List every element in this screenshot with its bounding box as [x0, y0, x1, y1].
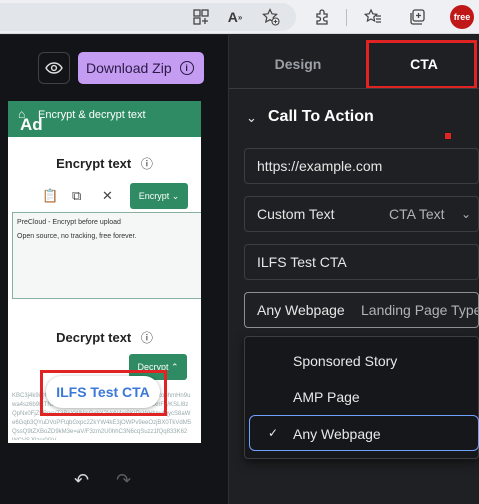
- cta-button-preview[interactable]: ILFS Test CTA: [46, 376, 160, 408]
- preview-app-title: Encrypt & decrypt text: [38, 109, 146, 121]
- dropdown-option-amp-page[interactable]: AMP Page: [293, 389, 360, 405]
- eye-icon: [45, 62, 63, 74]
- encrypt-heading: Encrypt text ⓘ: [8, 155, 201, 172]
- cta-text-value: ILFS Test CTA: [257, 254, 347, 270]
- dropdown-option-sponsored-story[interactable]: Sponsored Story: [293, 353, 397, 369]
- toolbar-divider: [346, 9, 347, 26]
- clear-icon[interactable]: ✕: [102, 188, 130, 204]
- custom-text-select[interactable]: Custom Text CTA Text ⌄: [244, 196, 479, 232]
- redo-icon[interactable]: ↷: [116, 470, 131, 491]
- read-aloud-icon[interactable]: A»: [224, 6, 246, 28]
- download-zip-button[interactable]: Download Zip i: [78, 52, 204, 84]
- dropdown-option-label: Any Webpage: [293, 426, 381, 442]
- grid-plus-icon[interactable]: [190, 6, 212, 28]
- preview-toggle-button[interactable]: [38, 52, 70, 84]
- undo-icon[interactable]: ↶: [74, 470, 89, 491]
- tabs-divider: [229, 88, 479, 89]
- encrypt-textarea[interactable]: PreCloud - Encrypt before upload Open so…: [12, 212, 201, 299]
- url-field[interactable]: https://example.com: [244, 148, 479, 184]
- textarea-line: PreCloud - Encrypt before upload: [17, 219, 121, 226]
- browser-toolbar: A» free: [0, 0, 479, 34]
- decrypt-heading: Decrypt text ⓘ: [8, 329, 201, 346]
- chevron-down-icon: ⌄: [461, 207, 472, 221]
- tab-design[interactable]: Design: [230, 42, 366, 86]
- favorites-icon[interactable]: [362, 6, 384, 28]
- profile-avatar[interactable]: free: [450, 5, 474, 29]
- copy-icon[interactable]: ⧉: [72, 188, 102, 204]
- encrypt-select-label: Encrypt: [138, 191, 170, 201]
- paste-icon[interactable]: 📋: [42, 188, 72, 204]
- preview-header: ⌂ Encrypt & decrypt text Ad: [8, 101, 201, 137]
- info-icon: ⓘ: [140, 157, 153, 171]
- info-icon[interactable]: i: [179, 61, 194, 75]
- landing-selected-label: Any Webpage: [257, 302, 345, 318]
- landing-page-type-select[interactable]: Any Webpage Landing Page Type: [244, 292, 479, 328]
- encrypt-heading-text: Encrypt text: [56, 156, 132, 171]
- decrypt-heading-text: Decrypt text: [56, 330, 132, 345]
- encrypt-toolbar: 📋 ⧉ ✕ Encrypt ⌄: [42, 183, 188, 209]
- extensions-icon[interactable]: [312, 6, 334, 28]
- address-bar[interactable]: [0, 3, 296, 31]
- profile-badge-text: free: [453, 12, 471, 22]
- info-icon: ⓘ: [140, 331, 153, 345]
- highlight-box: [366, 40, 477, 89]
- textarea-line: Open source, no tracking, free forever.: [17, 233, 137, 240]
- add-favorite-icon[interactable]: [260, 6, 282, 28]
- chevron-down-icon[interactable]: ⌄: [246, 110, 257, 126]
- cta-text-field[interactable]: ILFS Test CTA: [244, 244, 479, 280]
- custom-text-selected: CTA Text: [389, 206, 445, 222]
- download-zip-label: Download Zip: [86, 60, 172, 76]
- collections-icon[interactable]: [406, 6, 428, 28]
- red-marker: [445, 133, 451, 139]
- landing-placeholder: Landing Page Type: [361, 302, 479, 318]
- section-title[interactable]: Call To Action: [268, 108, 374, 126]
- encrypt-select[interactable]: Encrypt ⌄: [130, 183, 188, 209]
- ad-badge: Ad: [20, 115, 43, 134]
- custom-text-label: Custom Text: [257, 206, 335, 222]
- check-icon: ✓: [268, 426, 279, 440]
- url-value: https://example.com: [257, 158, 383, 174]
